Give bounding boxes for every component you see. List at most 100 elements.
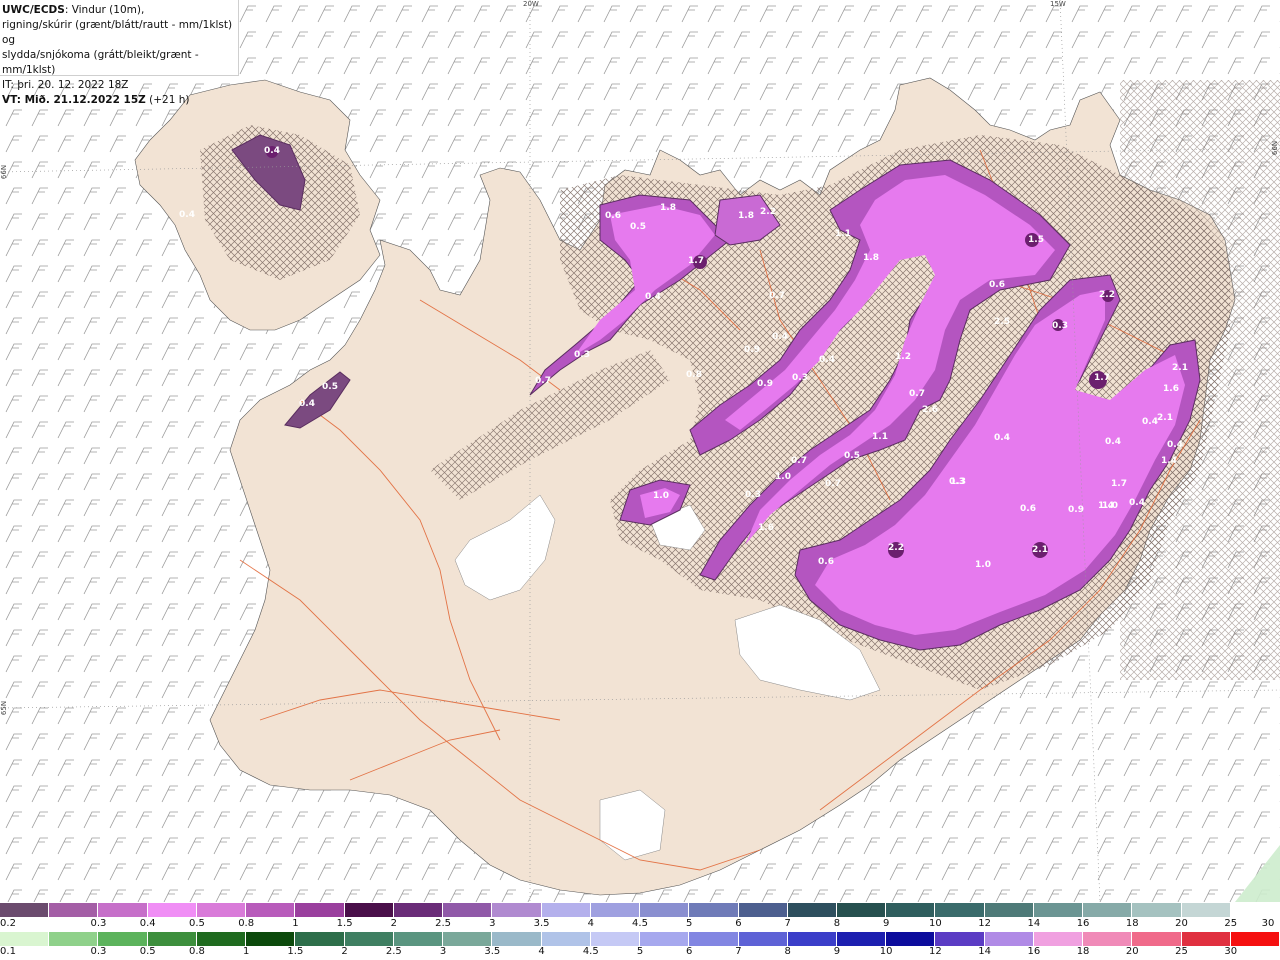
legend-label: 3.5	[484, 946, 501, 957]
precip-value-label: 2.5	[994, 317, 1010, 327]
legend-label: 2	[341, 946, 348, 957]
legend-label: 16	[1076, 918, 1090, 929]
precip-value-label: 0.5	[844, 451, 860, 461]
legend-label: 30	[1224, 946, 1238, 957]
legend-label: 30	[1261, 918, 1275, 929]
legend-swatch	[689, 932, 739, 946]
legend-swatch	[0, 932, 50, 946]
legend-swatch	[344, 932, 394, 946]
legend-swatch	[196, 932, 247, 946]
legend-label: 8	[784, 946, 791, 957]
legend-label: 16	[1027, 946, 1041, 957]
precip-value-label: 1.8	[738, 211, 754, 221]
legend-swatch	[541, 903, 591, 917]
legend-swatch	[1083, 903, 1133, 917]
legend-swatch	[738, 932, 788, 946]
legend-label: 3.5	[533, 918, 550, 929]
legend-swatch	[738, 903, 788, 917]
legend-label: 0.3	[90, 918, 107, 929]
legend-label: 25	[1175, 946, 1188, 957]
legend-swatch	[196, 903, 247, 917]
legend-rain-colorbar	[0, 932, 1280, 946]
legend-label: 0.2	[0, 918, 16, 929]
legend-label: 18	[1076, 946, 1090, 957]
initial-time: IT: þri. 20. 12. 2022 18Z	[2, 79, 129, 91]
legend-label: 7	[784, 918, 791, 929]
legend-label: 5	[686, 918, 693, 929]
product-name: UWC/ECDS	[2, 4, 65, 16]
legend-swatch	[147, 903, 197, 917]
legend-label: 5	[636, 946, 644, 957]
legend-swatch	[590, 903, 641, 917]
precip-value-label: 1.7	[1094, 373, 1110, 383]
precip-value-label: 1.5	[1028, 235, 1044, 245]
legend-label: 20	[1125, 946, 1139, 957]
precip-value-label: 0.4	[819, 355, 835, 365]
legend-label: 4	[538, 946, 545, 957]
precip-value-label: 2.2	[888, 543, 904, 553]
legend-swatch	[787, 903, 837, 917]
legend-swatch	[393, 932, 444, 946]
precip-value-label: 0.3	[792, 373, 808, 383]
precip-value-label: 0.7	[791, 456, 807, 466]
legend-swatch	[640, 932, 690, 946]
legend-swatch	[984, 932, 1034, 946]
precip-value-label: 2.2	[1099, 290, 1115, 300]
precip-value-label: 1.0	[975, 560, 991, 570]
legend-swatch	[98, 903, 148, 917]
legend-label: 3	[489, 918, 496, 929]
legend-label: 2.5	[435, 918, 452, 929]
precip-value-label: 0.3	[745, 490, 761, 500]
legend-swatch	[1181, 932, 1231, 946]
product-line-snow: slydda/snjókoma (grátt/bleikt/grænt - mm…	[2, 49, 199, 76]
precip-value-label: 1.8	[660, 203, 676, 213]
precip-value-label: 0.4	[264, 146, 280, 156]
legend-label: 7	[735, 946, 742, 957]
precip-value-label: 0.7	[769, 291, 785, 301]
precip-value-label: 1.4	[1161, 456, 1177, 466]
legend-label: 12	[978, 918, 991, 929]
legend-label: 1	[292, 918, 299, 929]
legend-swatch	[1033, 932, 1084, 946]
precip-value-label: 0.4	[1129, 498, 1145, 508]
legend-label: 2.5	[385, 946, 402, 957]
legend-label: 2	[390, 918, 398, 929]
legend-swatch	[1230, 932, 1280, 946]
legend-swatch	[295, 903, 345, 917]
legend-label: 9	[882, 918, 890, 929]
legend-swatch	[1083, 932, 1133, 946]
legend-swatch	[443, 932, 493, 946]
legend-swatch	[492, 903, 542, 917]
legend-label: 3	[439, 946, 447, 957]
precip-value-label: 1.7	[1111, 479, 1127, 489]
legend-label: 25	[1224, 918, 1238, 929]
precip-value-label: 0.7	[535, 376, 551, 386]
precip-value-label: 0.9	[757, 379, 773, 389]
lat-label-65n-left: 65N	[0, 700, 9, 716]
legend-label: 1.5	[287, 946, 304, 957]
precip-value-label: 1.4	[1098, 501, 1114, 511]
legend-swatch	[590, 932, 641, 946]
legend-label: 4.5	[582, 946, 599, 957]
legend-label: 12	[929, 946, 942, 957]
precip-value-label: 0.3	[574, 350, 590, 360]
legend-swatch	[1230, 903, 1280, 917]
legend-label: 18	[1125, 918, 1139, 929]
legend-swatch	[246, 903, 296, 917]
legend-rain-labels: 0.1 0.3 0.5 0.8 1 1.5 2 2.5 3 3.5 4 4.5 5 6 7 8 9 10 12 14 1…	[0, 946, 1280, 960]
precip-value-label: 0.3	[1052, 321, 1068, 331]
legend-swatch	[640, 903, 690, 917]
lon-label-20w: 20W	[523, 0, 539, 8]
lon-label-15w: 15W	[1050, 0, 1066, 8]
precip-value-label: 1.7	[688, 256, 704, 266]
legend-swatch	[836, 932, 887, 946]
legend-label: 0.1	[0, 946, 16, 957]
legend-label: 0.3	[90, 946, 107, 957]
legend-swatch	[1033, 903, 1084, 917]
legend-swatch	[492, 932, 542, 946]
precip-value-label: 0.4	[1142, 417, 1158, 427]
precip-value-label: 1.0	[775, 472, 791, 482]
legend-swatch	[935, 903, 985, 917]
precip-value-label: 1.0	[653, 491, 669, 501]
map-info-box: UWC/ECDS: Vindur (10m), rigning/skúrir (…	[0, 0, 239, 106]
